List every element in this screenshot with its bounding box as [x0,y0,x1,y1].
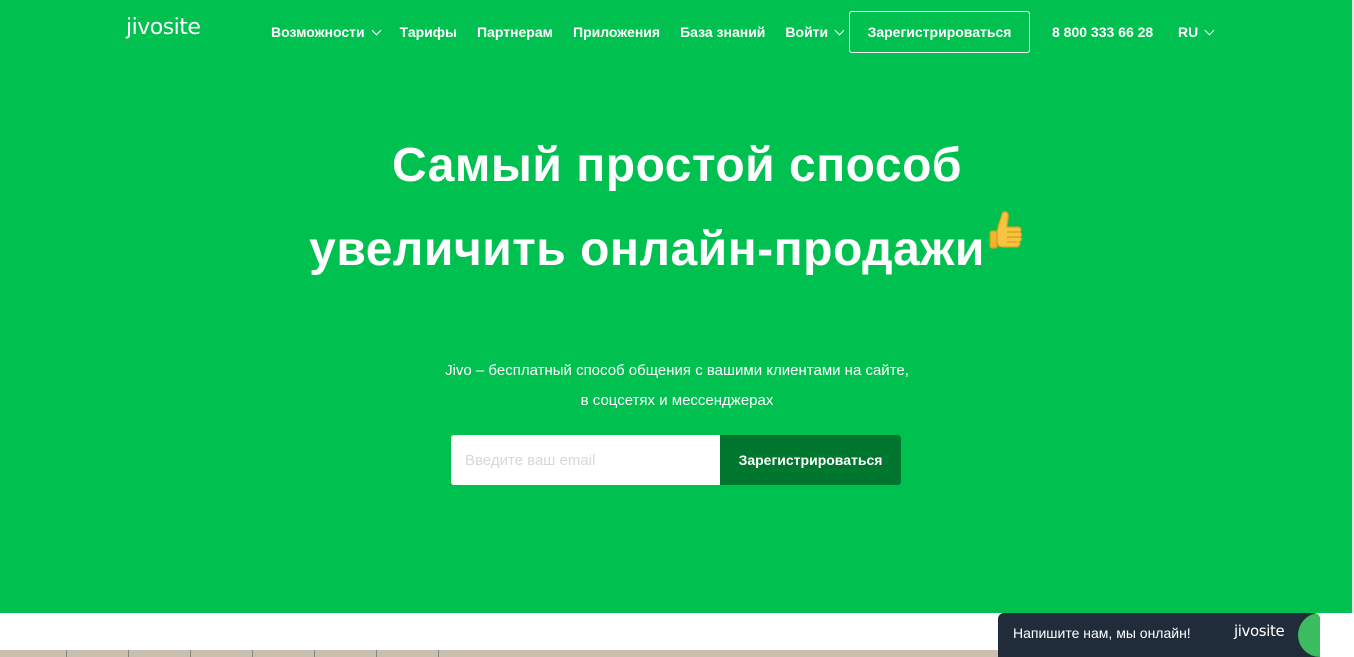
nav-item-label: Войти [785,24,829,40]
chevron-down-icon [834,25,845,35]
nav-item-login[interactable]: Войти [785,24,845,40]
chevron-down-icon [371,25,382,35]
next-section-preview [0,650,1000,657]
nav-item-label: База знаний [680,24,766,40]
nav-item-label: Тарифы [399,24,457,40]
language-selector[interactable]: RU [1178,24,1215,40]
thumbs-up-icon [987,210,1025,254]
chevron-down-icon [1204,25,1215,35]
main-nav: Возможности Тарифы Партнерам Приложения … [271,0,863,64]
register-submit-button[interactable]: Зарегистрироваться [720,435,901,485]
hero-title-line-2: увеличить онлайн-продажи [0,211,1344,277]
nav-item-features[interactable]: Возможности [271,24,382,40]
hero-subtitle-line-2: в соцсетях и мессенджерах [580,392,774,409]
nav-item-apps[interactable]: Приложения [573,24,660,40]
nav-item-label: Партнерам [476,24,553,40]
phone-link[interactable]: 8 800 333 66 28 [1052,24,1153,40]
jivosite-logo[interactable]: jivosite [126,15,201,47]
hero-subtitle-line-1: Jivo – бесплатный способ общения с вашим… [445,362,909,379]
chat-widget-text: Напишите нам, мы онлайн! [1013,625,1191,641]
nav-item-label: Возможности [271,24,365,40]
chat-widget[interactable]: Напишите нам, мы онлайн! jivosite [998,613,1320,657]
chat-accent-shape [1298,613,1320,657]
nav-item-pricing[interactable]: Тарифы [400,24,457,40]
hero-title-line-1: Самый простой способ [391,139,963,192]
chat-widget-logo: jivosite [1234,622,1285,640]
hero-title-text: увеличить онлайн-продажи [309,223,985,276]
nav-item-label: Приложения [573,24,661,40]
header-register-button[interactable]: Зарегистрироваться [849,11,1030,53]
hero-section [0,0,1354,613]
language-label: RU [1178,24,1199,40]
email-input[interactable] [451,435,720,485]
nav-item-partners[interactable]: Партнерам [477,24,553,40]
nav-item-knowledge-base[interactable]: База знаний [680,24,765,40]
